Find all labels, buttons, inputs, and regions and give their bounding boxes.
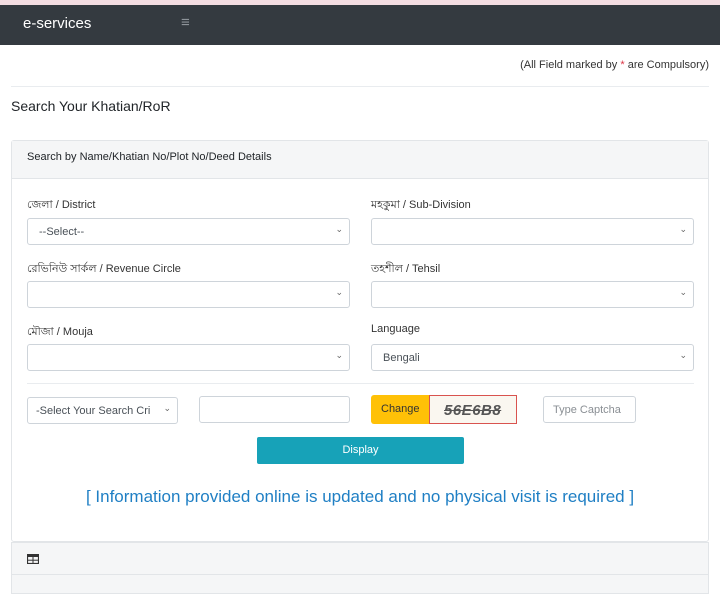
search-card: Search by Name/Khatian No/Plot No/Deed D… <box>11 140 709 542</box>
language-select[interactable]: Bengali ⌄ <box>371 344 694 371</box>
search-criteria-value: -Select Your Search Cri <box>36 405 151 417</box>
info-message: [ Information provided online is updated… <box>85 487 635 506</box>
tehsil-select[interactable]: ⌄ <box>371 281 694 308</box>
captcha-code: 56E6B8 <box>444 402 502 419</box>
change-captcha-button[interactable]: Change <box>371 395 429 424</box>
captcha-input-placeholder: Type Captcha <box>553 404 621 416</box>
district-select[interactable]: --Select-- ⌄ <box>27 218 350 245</box>
results-card <box>11 542 709 594</box>
revenue-circle-select[interactable]: ⌄ <box>27 281 350 308</box>
language-label: Language <box>371 323 420 335</box>
chevron-down-icon: ⌄ <box>679 350 687 360</box>
mouja-select[interactable]: ⌄ <box>27 344 350 371</box>
hamburger-icon[interactable]: ≡ <box>181 14 190 31</box>
display-button[interactable]: Display <box>257 437 464 464</box>
divider <box>27 383 694 384</box>
results-card-divider <box>12 574 708 575</box>
revenue-circle-label: রেভিনিউ সার্কল / Revenue Circle <box>27 263 181 275</box>
language-select-value: Bengali <box>383 352 420 364</box>
captcha-image: 56E6B8 <box>429 395 517 424</box>
divider <box>11 86 709 87</box>
display-button-label: Display <box>342 444 379 456</box>
subdivision-label: মহকুমা / Sub-Division <box>371 199 471 211</box>
compulsory-notice: (All Field marked by * are Compulsory) <box>520 59 709 71</box>
search-card-header: Search by Name/Khatian No/Plot No/Deed D… <box>12 141 708 179</box>
subdivision-select[interactable]: ⌄ <box>371 218 694 245</box>
search-text-input[interactable] <box>199 396 350 423</box>
chevron-down-icon: ⌄ <box>679 287 687 297</box>
table-icon <box>27 554 39 564</box>
tehsil-label: তহশীল / Tehsil <box>371 263 441 275</box>
page-title: Search Your Khatian/RoR <box>11 98 171 114</box>
change-captcha-label: Change <box>381 403 420 415</box>
captcha-input[interactable]: Type Captcha <box>543 396 636 423</box>
search-card-title: Search by Name/Khatian No/Plot No/Deed D… <box>27 151 272 163</box>
top-navbar: e-services ≡ <box>0 5 720 45</box>
chevron-down-icon: ⌄ <box>335 350 343 360</box>
chevron-down-icon: ⌄ <box>335 287 343 297</box>
mouja-label: মৌজা / Mouja <box>27 326 93 338</box>
chevron-down-icon: ⌄ <box>679 224 687 234</box>
brand-title[interactable]: e-services <box>23 15 91 32</box>
chevron-down-icon: ⌄ <box>163 403 171 413</box>
search-criteria-select[interactable]: -Select Your Search Cri ⌄ <box>27 397 178 424</box>
compulsory-notice-suffix: are Compulsory) <box>624 59 709 71</box>
district-select-value: --Select-- <box>39 226 85 238</box>
compulsory-notice-prefix: (All Field marked by <box>520 59 621 71</box>
chevron-down-icon: ⌄ <box>335 224 343 234</box>
district-label: জেলা / District <box>27 199 96 211</box>
